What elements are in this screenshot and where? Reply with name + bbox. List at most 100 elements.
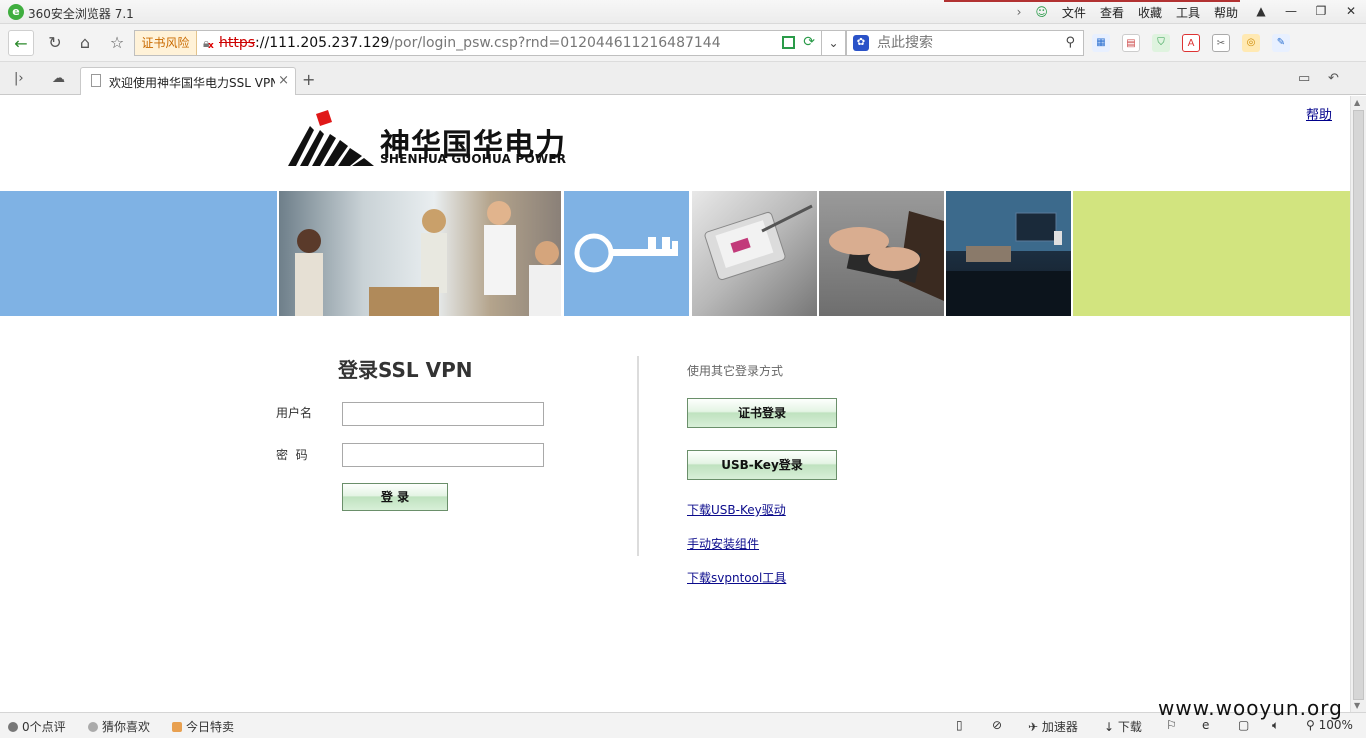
tab-list-icon[interactable]: ▭ xyxy=(1298,71,1310,86)
screenshot-icon[interactable]: ✂ xyxy=(1212,34,1230,52)
close-icon[interactable]: ✕ xyxy=(1336,0,1366,22)
window-icon[interactable]: ▢ xyxy=(1238,718,1249,732)
watermark: www.wooyun.org xyxy=(1158,696,1343,720)
banner-office-photo xyxy=(279,191,561,316)
new-tab-button[interactable]: + xyxy=(302,70,315,89)
qr-code-icon[interactable] xyxy=(782,36,795,49)
pdf-icon[interactable]: A xyxy=(1182,34,1200,52)
web-page: 帮助 神华国华电力 SHENHUA GUOHUA POWER 登录SSL VPN… xyxy=(0,96,1350,712)
skin-icon[interactable]: ▲ xyxy=(1246,0,1276,22)
accelerator-item[interactable]: ✈ 加速器 xyxy=(1028,718,1078,735)
baidu-paw-icon[interactable]: ✿ xyxy=(853,35,869,51)
office-people-image xyxy=(295,201,561,316)
home-button[interactable]: ⌂ xyxy=(72,30,98,56)
address-dropdown-button[interactable]: ⌄ xyxy=(822,30,846,56)
sidebar-toggle-icon[interactable]: |› xyxy=(14,71,24,86)
speed-icon[interactable]: ⊘ xyxy=(992,718,1002,732)
settings-wrench-icon[interactable]: ✎ xyxy=(1272,34,1290,52)
zoom-level: 100% xyxy=(1318,718,1353,732)
deals-item[interactable]: 今日特卖 xyxy=(172,718,234,735)
banner-green-block xyxy=(1073,191,1350,316)
other-methods-label: 使用其它登录方式 xyxy=(687,364,784,378)
sound-icon[interactable]: 🔈︎ xyxy=(1272,718,1279,733)
lock-error-icon: x xyxy=(208,41,214,51)
menu-bar: › ☺ 文件 查看 收藏 工具 帮助 xyxy=(1017,3,1238,21)
password-input[interactable] xyxy=(342,443,544,467)
banner-pda-photo xyxy=(692,191,817,316)
hands-laptop-image xyxy=(829,211,944,301)
vertical-scrollbar[interactable]: ▲ ▼ xyxy=(1350,96,1366,712)
cert-login-button[interactable]: 证书登录 xyxy=(687,398,837,428)
user-icon[interactable]: ☺ xyxy=(1035,5,1048,19)
tab-close-icon[interactable]: × xyxy=(278,73,289,88)
usbkey-login-button[interactable]: USB-Key登录 xyxy=(687,450,837,480)
gift-icon xyxy=(172,722,182,732)
company-logo: 神华国华电力 SHENHUA GUOHUA POWER xyxy=(288,108,578,172)
cloud-icon[interactable]: ☁ xyxy=(52,71,65,86)
tab-bar: |› ☁ 欢迎使用神华国华电力SSL VPN! × + ▭ ↶ xyxy=(0,62,1366,95)
download-label: 下载 xyxy=(1117,720,1142,734)
vertical-divider xyxy=(637,356,639,556)
title-accent-line xyxy=(944,0,1240,2)
username-label: 用户名 xyxy=(276,406,313,420)
comments-item[interactable]: 0个点评 xyxy=(8,718,66,735)
navigation-bar: ← ↻ ⌂ ☆ 证书风险 🔒︎ x https://111.205.237.12… xyxy=(0,24,1366,62)
undo-close-icon[interactable]: ↶ xyxy=(1328,71,1339,86)
handheld-device-image xyxy=(704,204,813,281)
ie-mode-icon[interactable]: e xyxy=(1202,718,1209,732)
zoom-item[interactable]: ⚲ 100% xyxy=(1306,718,1353,732)
minimize-icon[interactable]: — xyxy=(1276,0,1306,22)
mobile-icon[interactable]: ▯ xyxy=(956,718,963,732)
url-text[interactable]: https://111.205.237.129/por/login_psw.cs… xyxy=(219,35,721,51)
game-icon[interactable]: ◎ xyxy=(1242,34,1260,52)
search-input[interactable] xyxy=(877,34,1057,52)
calendar-icon[interactable]: ▤ xyxy=(1122,34,1140,52)
flag-icon[interactable]: ⚐ xyxy=(1166,718,1177,732)
apps-grid-icon[interactable]: ▦ xyxy=(1092,34,1110,52)
refresh-button[interactable]: ↻ xyxy=(42,30,68,56)
accelerator-label: 加速器 xyxy=(1041,720,1078,734)
banner-key-block xyxy=(564,191,689,316)
scroll-up-icon[interactable]: ▲ xyxy=(1354,98,1360,107)
window-title: 360安全浏览器 7.1 xyxy=(28,7,134,21)
compat-mode-icon[interactable]: ⟳ xyxy=(803,34,815,50)
address-bar[interactable]: 证书风险 🔒︎ x https://111.205.237.129/por/lo… xyxy=(134,30,822,56)
logo-mark-icon xyxy=(288,110,374,166)
tab-title: 欢迎使用神华国华电力SSL VPN! xyxy=(109,76,275,90)
manual-install-link[interactable]: 手动安装组件 xyxy=(687,535,759,552)
tab-active[interactable]: 欢迎使用神华国华电力SSL VPN! × xyxy=(80,67,296,95)
search-icon[interactable]: ⚲ xyxy=(1065,35,1075,50)
desk-laptop-image xyxy=(946,191,1071,316)
download-usbkey-driver-link[interactable]: 下载USB-Key驱动 xyxy=(687,501,786,518)
download-icon: ↓ xyxy=(1104,720,1118,734)
browser-logo-icon: e xyxy=(8,4,24,20)
username-input[interactable] xyxy=(342,402,544,426)
login-button[interactable]: 登 录 xyxy=(342,483,448,511)
banner xyxy=(0,191,1350,316)
banner-typing-photo xyxy=(819,191,944,316)
menu-file[interactable]: 文件 xyxy=(1062,4,1086,21)
favorite-star-button[interactable]: ☆ xyxy=(104,30,130,56)
guess-item[interactable]: 猜你喜欢 xyxy=(88,718,150,735)
key-icon xyxy=(574,233,678,273)
download-svpntool-link[interactable]: 下载svpntool工具 xyxy=(687,569,786,586)
scroll-down-icon[interactable]: ▼ xyxy=(1354,701,1360,710)
menu-favorites[interactable]: 收藏 xyxy=(1138,4,1162,21)
restore-icon[interactable]: ❐ xyxy=(1306,0,1336,22)
back-button[interactable]: ← xyxy=(8,30,34,56)
url-path: /por/login_psw.csp?rnd=0120446112164871​… xyxy=(389,35,721,51)
scroll-thumb[interactable] xyxy=(1353,110,1364,700)
chevron-right-icon[interactable]: › xyxy=(1017,5,1022,19)
url-host: ://111.205.237.129 xyxy=(255,35,390,51)
cert-warning-badge[interactable]: 证书风险 xyxy=(135,31,197,55)
extension-toolbar: ▦ ▤ ⛉ A ✂ ◎ ✎ xyxy=(1092,34,1302,52)
menu-tools[interactable]: 工具 xyxy=(1176,4,1200,21)
shield-icon[interactable]: ⛉ xyxy=(1152,34,1170,52)
menu-view[interactable]: 查看 xyxy=(1100,4,1124,21)
menu-help[interactable]: 帮助 xyxy=(1214,4,1238,21)
search-box: ✿ ⚲ xyxy=(846,30,1084,56)
help-link[interactable]: 帮助 xyxy=(1306,104,1332,123)
banner-lounge-photo xyxy=(946,191,1071,316)
zoom-icon: ⚲ xyxy=(1306,718,1319,732)
download-item[interactable]: ↓ 下载 xyxy=(1104,718,1142,735)
